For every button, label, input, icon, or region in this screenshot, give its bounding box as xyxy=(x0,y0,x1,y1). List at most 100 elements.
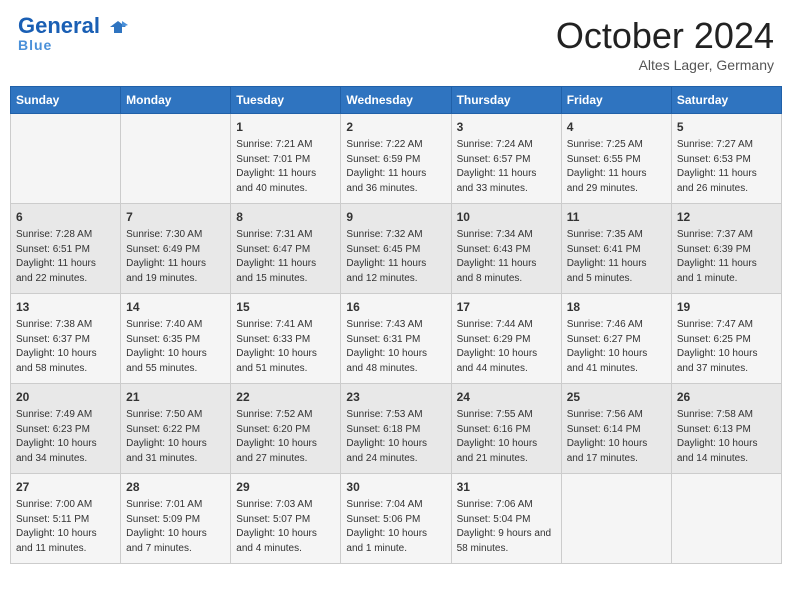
calendar-cell: 28 Sunrise: 7:01 AM Sunset: 5:09 PM Dayli… xyxy=(121,474,231,564)
calendar-cell: 5Sunrise: 7:27 AM Sunset: 6:53 PM Daylig… xyxy=(671,114,781,204)
page-header: General Blue October 2024 Altes Lager, G… xyxy=(10,10,782,78)
day-info: Sunrise: 7:52 AM Sunset: 6:20 PM Dayligh… xyxy=(236,408,335,466)
day-number: 14 xyxy=(126,298,225,316)
location: Altes Lager, Germany xyxy=(556,57,774,73)
day-number: 25 xyxy=(567,388,666,406)
calendar-cell: 27Sunrise: 7:00 AM Sunset: 5:11 PM Dayli… xyxy=(11,474,121,564)
day-number: 24 xyxy=(457,388,556,406)
calendar-cell: 25Sunrise: 7:56 AM Sunset: 6:14 PM Dayli… xyxy=(561,384,671,474)
title-area: October 2024 Altes Lager, Germany xyxy=(556,15,774,73)
day-info: Sunrise: 7:24 AM Sunset: 6:57 PM Dayligh… xyxy=(457,138,556,196)
calendar-cell: 20Sunrise: 7:49 AM Sunset: 6:23 PM Dayli… xyxy=(11,384,121,474)
calendar-cell: 18 Sunrise: 7:46 AM Sunset: 6:27 PM Dayli… xyxy=(561,294,671,384)
day-info: Sunrise: 7:34 AM Sunset: 6:43 PM Dayligh… xyxy=(457,228,556,286)
calendar-cell: 19Sunrise: 7:47 AM Sunset: 6:25 PM Dayli… xyxy=(671,294,781,384)
week-row-1: 1Sunrise: 7:21 AM Sunset: 7:01 PM Daylig… xyxy=(11,114,782,204)
header-day-friday: Friday xyxy=(561,87,671,114)
day-number: 30 xyxy=(346,478,445,496)
day-number: 20 xyxy=(16,388,115,406)
day-number: 2 xyxy=(346,118,445,136)
day-info: Sunrise: 7:40 AM Sunset: 6:35 PM Dayligh… xyxy=(126,318,225,376)
day-number: 18 xyxy=(567,298,666,316)
day-number: 17 xyxy=(457,298,556,316)
header-day-tuesday: Tuesday xyxy=(231,87,341,114)
calendar-cell: 23 Sunrise: 7:53 AM Sunset: 6:18 PM Dayli… xyxy=(341,384,451,474)
day-info: Sunrise: 7:53 AM Sunset: 6:18 PM Dayligh… xyxy=(346,408,445,466)
day-info: Sunrise: 7:38 AM Sunset: 6:37 PM Dayligh… xyxy=(16,318,115,376)
day-number: 5 xyxy=(677,118,776,136)
calendar-cell: 12Sunrise: 7:37 AM Sunset: 6:39 PM Dayli… xyxy=(671,204,781,294)
calendar-cell: 21Sunrise: 7:50 AM Sunset: 6:22 PM Dayli… xyxy=(121,384,231,474)
logo-text: General xyxy=(18,15,128,37)
header-day-wednesday: Wednesday xyxy=(341,87,451,114)
calendar-cell: 9 Sunrise: 7:32 AM Sunset: 6:45 PM Daylig… xyxy=(341,204,451,294)
day-info: Sunrise: 7:03 AM Sunset: 5:07 PM Dayligh… xyxy=(236,498,335,556)
week-row-5: 27Sunrise: 7:00 AM Sunset: 5:11 PM Dayli… xyxy=(11,474,782,564)
month-title: October 2024 xyxy=(556,15,774,57)
day-info: Sunrise: 7:06 AM Sunset: 5:04 PM Dayligh… xyxy=(457,498,556,556)
day-number: 8 xyxy=(236,208,335,226)
day-number: 12 xyxy=(677,208,776,226)
logo-blue-text: Blue xyxy=(18,37,52,53)
header-day-sunday: Sunday xyxy=(11,87,121,114)
calendar-cell xyxy=(11,114,121,204)
day-number: 28 xyxy=(126,478,225,496)
day-info: Sunrise: 7:28 AM Sunset: 6:51 PM Dayligh… xyxy=(16,228,115,286)
calendar-body: 1Sunrise: 7:21 AM Sunset: 7:01 PM Daylig… xyxy=(11,114,782,564)
day-info: Sunrise: 7:30 AM Sunset: 6:49 PM Dayligh… xyxy=(126,228,225,286)
day-number: 7 xyxy=(126,208,225,226)
header-day-saturday: Saturday xyxy=(671,87,781,114)
day-info: Sunrise: 7:31 AM Sunset: 6:47 PM Dayligh… xyxy=(236,228,335,286)
day-number: 15 xyxy=(236,298,335,316)
day-number: 9 xyxy=(346,208,445,226)
header-row: SundayMondayTuesdayWednesdayThursdayFrid… xyxy=(11,87,782,114)
day-number: 16 xyxy=(346,298,445,316)
day-info: Sunrise: 7:35 AM Sunset: 6:41 PM Dayligh… xyxy=(567,228,666,286)
day-number: 22 xyxy=(236,388,335,406)
calendar-cell: 1Sunrise: 7:21 AM Sunset: 7:01 PM Daylig… xyxy=(231,114,341,204)
day-number: 23 xyxy=(346,388,445,406)
day-info: Sunrise: 7:46 AM Sunset: 6:27 PM Dayligh… xyxy=(567,318,666,376)
day-number: 6 xyxy=(16,208,115,226)
calendar-cell: 14 Sunrise: 7:40 AM Sunset: 6:35 PM Dayli… xyxy=(121,294,231,384)
calendar-cell: 22 Sunrise: 7:52 AM Sunset: 6:20 PM Dayli… xyxy=(231,384,341,474)
day-info: Sunrise: 7:01 AM Sunset: 5:09 PM Dayligh… xyxy=(126,498,225,556)
calendar-cell xyxy=(671,474,781,564)
day-number: 4 xyxy=(567,118,666,136)
calendar-cell: 10 Sunrise: 7:34 AM Sunset: 6:43 PM Dayli… xyxy=(451,204,561,294)
day-info: Sunrise: 7:32 AM Sunset: 6:45 PM Dayligh… xyxy=(346,228,445,286)
day-number: 1 xyxy=(236,118,335,136)
logo-general: General xyxy=(18,13,100,38)
calendar-cell: 26 Sunrise: 7:58 AM Sunset: 6:13 PM Dayli… xyxy=(671,384,781,474)
day-info: Sunrise: 7:44 AM Sunset: 6:29 PM Dayligh… xyxy=(457,318,556,376)
logo-bird-icon xyxy=(108,17,128,37)
header-day-monday: Monday xyxy=(121,87,231,114)
day-info: Sunrise: 7:04 AM Sunset: 5:06 PM Dayligh… xyxy=(346,498,445,556)
calendar-cell: 29 Sunrise: 7:03 AM Sunset: 5:07 PM Dayli… xyxy=(231,474,341,564)
calendar-cell: 30 Sunrise: 7:04 AM Sunset: 5:06 PM Dayli… xyxy=(341,474,451,564)
day-number: 31 xyxy=(457,478,556,496)
day-number: 26 xyxy=(677,388,776,406)
day-info: Sunrise: 7:50 AM Sunset: 6:22 PM Dayligh… xyxy=(126,408,225,466)
day-number: 10 xyxy=(457,208,556,226)
logo: General Blue xyxy=(18,15,128,53)
calendar-table: SundayMondayTuesdayWednesdayThursdayFrid… xyxy=(10,86,782,564)
day-info: Sunrise: 7:41 AM Sunset: 6:33 PM Dayligh… xyxy=(236,318,335,376)
calendar-cell: 13 Sunrise: 7:38 AM Sunset: 6:37 PM Dayli… xyxy=(11,294,121,384)
calendar-cell: 7 Sunrise: 7:30 AM Sunset: 6:49 PM Daylig… xyxy=(121,204,231,294)
day-number: 13 xyxy=(16,298,115,316)
day-info: Sunrise: 7:25 AM Sunset: 6:55 PM Dayligh… xyxy=(567,138,666,196)
week-row-4: 20Sunrise: 7:49 AM Sunset: 6:23 PM Dayli… xyxy=(11,384,782,474)
day-number: 3 xyxy=(457,118,556,136)
calendar-cell: 2Sunrise: 7:22 AM Sunset: 6:59 PM Daylig… xyxy=(341,114,451,204)
calendar-cell: 11 Sunrise: 7:35 AM Sunset: 6:41 PM Dayli… xyxy=(561,204,671,294)
day-info: Sunrise: 7:55 AM Sunset: 6:16 PM Dayligh… xyxy=(457,408,556,466)
calendar-cell: 8 Sunrise: 7:31 AM Sunset: 6:47 PM Daylig… xyxy=(231,204,341,294)
day-number: 19 xyxy=(677,298,776,316)
day-info: Sunrise: 7:58 AM Sunset: 6:13 PM Dayligh… xyxy=(677,408,776,466)
calendar-cell: 16Sunrise: 7:43 AM Sunset: 6:31 PM Dayli… xyxy=(341,294,451,384)
day-number: 29 xyxy=(236,478,335,496)
day-number: 11 xyxy=(567,208,666,226)
day-info: Sunrise: 7:00 AM Sunset: 5:11 PM Dayligh… xyxy=(16,498,115,556)
calendar-cell xyxy=(121,114,231,204)
